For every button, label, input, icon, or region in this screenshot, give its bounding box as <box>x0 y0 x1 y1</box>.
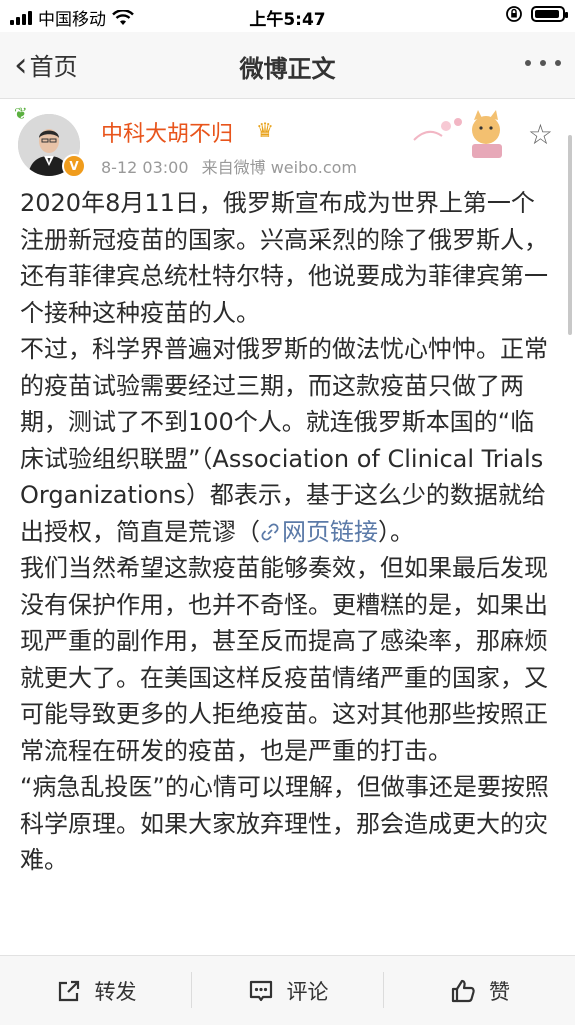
dot-icon <box>555 60 561 66</box>
verified-badge-icon: V <box>62 154 86 178</box>
crown-icon: ♛ <box>256 118 274 142</box>
status-bar: 中国移动 上午5:47 <box>0 0 575 32</box>
rotation-lock-icon <box>506 6 522 22</box>
web-link-label: 网页链接 <box>282 517 378 546</box>
post-meta: 8-12 03:00 来自微博 weibo.com <box>101 154 365 178</box>
status-right <box>505 5 568 23</box>
thumbs-up-icon <box>451 979 475 1002</box>
repost-label: 转发 <box>94 979 137 1004</box>
sprout-icon: ❦ <box>14 104 28 123</box>
back-label: 首页 <box>29 53 78 81</box>
post-paragraph: 2020年8月11日，俄罗斯宣布成为世界上第一个注册新冠疫苗的国家。兴高采烈的除… <box>20 189 548 327</box>
author-name[interactable]: 中科大胡不归 <box>101 116 233 148</box>
share-icon <box>58 980 79 1001</box>
dot-icon <box>540 60 546 66</box>
post-date: 8-12 03:00 <box>101 158 189 177</box>
like-button[interactable]: 赞 <box>384 956 575 1025</box>
decoration-sticker-icon <box>413 110 502 158</box>
page-title: 微博正文 <box>239 55 336 83</box>
like-label: 赞 <box>489 979 510 1004</box>
back-button[interactable]: ‹ 首页 <box>14 47 78 82</box>
comment-label: 评论 <box>286 979 329 1004</box>
chevron-left-icon: ‹ <box>14 44 28 85</box>
post-source: 来自微博 weibo.com <box>201 158 357 177</box>
more-button[interactable] <box>525 60 561 66</box>
post-paragraph-tail: ）。 <box>378 517 414 546</box>
link-icon <box>261 522 279 541</box>
comment-button[interactable]: 评论 <box>192 956 383 1025</box>
post-header: ❦ V 中科大胡不归 ♛ 8-12 03:00 来自微博 weibo.com ☆ <box>0 98 575 182</box>
action-bar: 转发 评论 赞 <box>0 955 575 1025</box>
repost-button[interactable]: 转发 <box>0 956 191 1025</box>
comment-icon <box>249 980 272 1001</box>
dot-icon <box>525 60 531 66</box>
post-paragraph: 不过，科学界普遍对俄罗斯的做法忧心忡忡。正常的疫苗试验需要经过三期，而这款疫苗只… <box>20 331 556 550</box>
scrollbar[interactable] <box>568 135 572 335</box>
post-paragraph-text: 不过，科学界普遍对俄罗斯的做法忧心忡忡。正常的疫苗试验需要经过三期，而这款疫苗只… <box>20 335 548 546</box>
status-time: 上午5:47 <box>249 10 326 30</box>
battery-icon <box>531 6 568 22</box>
nav-bar: ‹ 首页 微博正文 <box>0 32 575 99</box>
post-paragraph: “病急乱投医”的心情可以理解，但做事还是要按照科学原理。如果大家放弃理性，那会造… <box>20 773 549 874</box>
web-link[interactable]: 网页链接 <box>260 518 378 546</box>
post-paragraph: 我们当然希望这款疫苗能够奏效，但如果最后发现没有保护作用，也并不奇怪。更糟糕的是… <box>20 554 548 765</box>
post-body: 2020年8月11日，俄罗斯宣布成为世界上第一个注册新冠疫苗的国家。兴高采烈的除… <box>20 185 556 879</box>
star-icon[interactable]: ☆ <box>528 118 553 151</box>
